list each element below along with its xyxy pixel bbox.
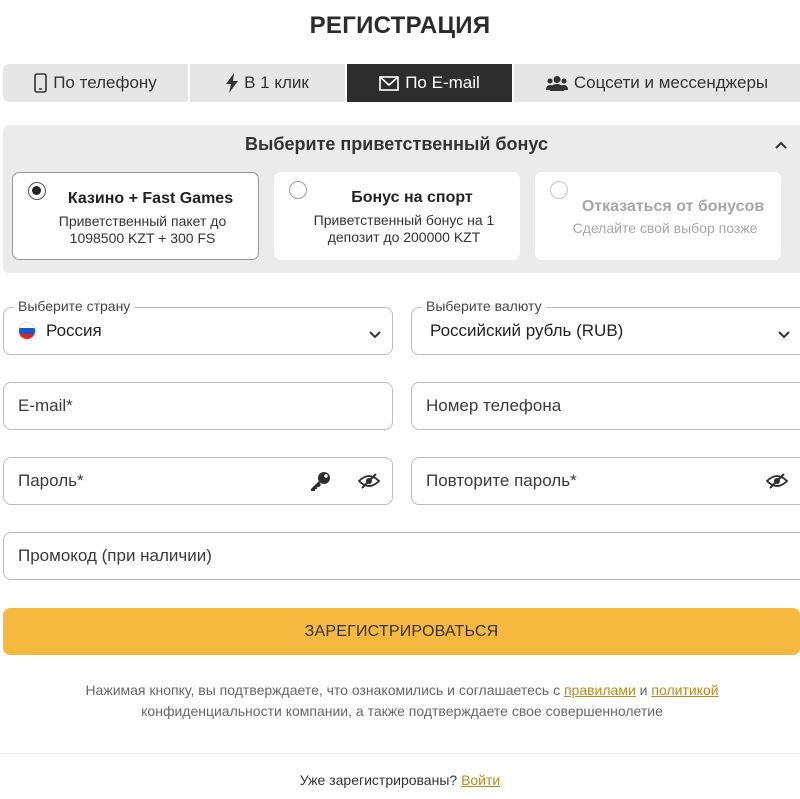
- policy-link[interactable]: политикой: [651, 682, 718, 698]
- bonus-option-sport[interactable]: Бонус на спорт Приветственный бонус на 1…: [274, 172, 520, 260]
- register-button[interactable]: ЗАРЕГИСТРИРОВАТЬСЯ: [3, 608, 800, 655]
- bonus-radio-decline[interactable]: [550, 181, 568, 199]
- rules-link[interactable]: правилами: [564, 682, 636, 698]
- login-link[interactable]: Войти: [461, 772, 500, 788]
- password-placeholder: Пароль*: [18, 471, 84, 490]
- lightning-icon: [226, 73, 239, 93]
- country-value: Россия: [46, 321, 102, 340]
- welcome-bonus-panel: Выберите приветственный бонус Казино + F…: [3, 125, 800, 273]
- terms-text: Нажимая кнопку, вы подтверждаете, что оз…: [40, 680, 764, 722]
- email-field[interactable]: E-mail*: [3, 382, 393, 430]
- tab-email-label: По E-mail: [405, 73, 480, 92]
- bonus-option-decline[interactable]: Отказаться от бонусов Сделайте свой выбо…: [535, 172, 781, 260]
- currency-value: Российский рубль (RUB): [430, 321, 624, 340]
- divider: [0, 753, 800, 754]
- russia-flag-icon: [18, 322, 36, 340]
- phone-placeholder: Номер телефона: [426, 396, 562, 415]
- tab-phone-label: По телефону: [53, 73, 157, 92]
- bonus-option-title: Бонус на спорт: [351, 189, 473, 206]
- users-icon: [545, 75, 568, 91]
- terms-and: и: [635, 682, 652, 698]
- promo-code-field[interactable]: Промокод (при наличии): [3, 532, 800, 580]
- chevron-down-icon: [777, 325, 791, 345]
- bonus-option-desc: Приветственный пакет до 1098500 KZT + 30…: [58, 213, 227, 246]
- bonus-option-desc: Сделайте свой выбор позже: [572, 220, 758, 236]
- chevron-up-icon[interactable]: [774, 137, 788, 155]
- terms-text-after: конфиденциальности компании, а также под…: [141, 703, 663, 719]
- bonus-radio-sport[interactable]: [289, 181, 307, 199]
- page-title: РЕГИСТРАЦИЯ: [309, 12, 491, 39]
- email-placeholder: E-mail*: [18, 396, 73, 415]
- country-select[interactable]: Выберите страну Россия: [3, 298, 393, 355]
- tab-one-click[interactable]: В 1 клик: [190, 64, 347, 102]
- password-field[interactable]: Пароль*: [3, 457, 393, 505]
- promo-placeholder: Промокод (при наличии): [18, 546, 212, 565]
- login-question: Уже зарегистрированы?: [299, 772, 462, 788]
- currency-select[interactable]: Выберите валюту Российский рубль (RUB): [411, 298, 800, 355]
- repeat-password-placeholder: Повторите пароль*: [426, 471, 577, 490]
- phone-field[interactable]: Номер телефона: [411, 382, 800, 430]
- tab-email[interactable]: По E-mail: [347, 64, 514, 102]
- eye-slash-icon[interactable]: [357, 472, 381, 495]
- bonus-option-desc: Приветственный бонус на 1 депозит до 200…: [313, 212, 495, 245]
- eye-slash-icon[interactable]: [765, 472, 789, 495]
- bonus-radio-casino[interactable]: [28, 182, 46, 200]
- chevron-down-icon: [368, 325, 382, 345]
- tab-social-label: Соцсети и мессенджеры: [573, 73, 769, 92]
- key-icon[interactable]: [309, 471, 331, 496]
- country-label: Выберите страну: [14, 298, 135, 314]
- bonus-option-casino[interactable]: Казино + Fast Games Приветственный пакет…: [12, 172, 259, 260]
- bonus-option-title: Казино + Fast Games: [67, 190, 234, 207]
- tab-one-click-label: В 1 клик: [244, 73, 309, 92]
- registration-tabs: По телефону В 1 клик По E-mail Соцсети и…: [3, 64, 800, 102]
- login-prompt: Уже зарегистрированы? Войти: [0, 772, 800, 788]
- envelope-icon: [379, 75, 400, 91]
- tab-social[interactable]: Соцсети и мессенджеры: [514, 64, 800, 102]
- bonus-panel-title: Выберите приветственный бонус: [245, 134, 548, 154]
- phone-icon: [34, 73, 48, 93]
- currency-label: Выберите валюту: [422, 298, 546, 314]
- repeat-password-field[interactable]: Повторите пароль*: [411, 457, 800, 505]
- bonus-option-title: Отказаться от бонусов: [581, 198, 765, 215]
- tab-phone[interactable]: По телефону: [3, 64, 190, 102]
- terms-text-before: Нажимая кнопку, вы подтверждаете, что оз…: [85, 682, 564, 698]
